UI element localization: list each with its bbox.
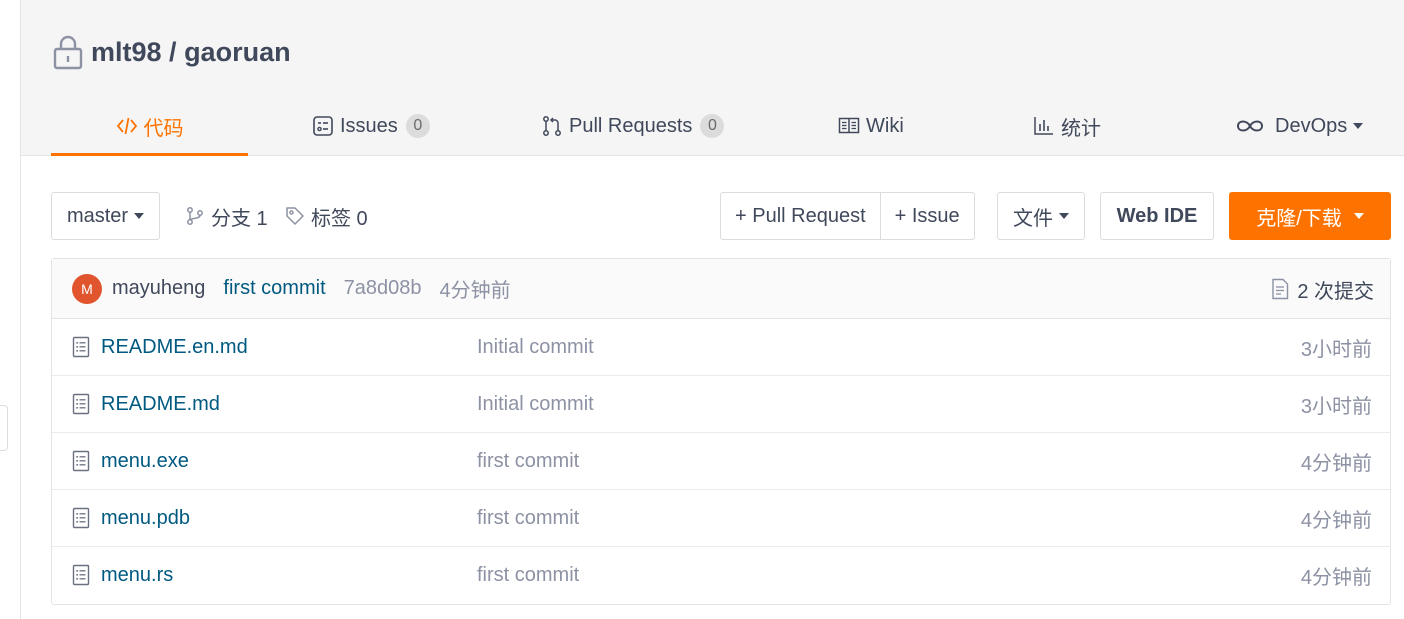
pull-request-icon [543,116,561,136]
sidebar-toggle-handle[interactable] [0,405,8,451]
file-name-link[interactable]: README.en.md [101,336,248,359]
latest-commit-bar: M mayuheng first commit 7a8d08b 4分钟前 2 次… [52,259,1390,319]
repo-header: mlt98 / gaoruan 代码 Issues 0 Pull Request… [21,0,1404,156]
file-commit-time: 4分钟前 [1300,509,1372,532]
tab-code-label: 代码 [143,117,184,140]
file-text-icon [72,393,90,415]
file-menu-label: 文件 [1013,207,1053,230]
file-name-link[interactable]: menu.exe [101,450,189,473]
tab-devops-label: DevOps [1275,114,1348,137]
avatar[interactable]: M [72,273,102,304]
left-rail [0,0,21,619]
branches-link[interactable]: 分支 1 [185,192,268,240]
file-commit-message-link[interactable]: first commit [477,564,579,587]
file-commit-time: 3小时前 [1300,338,1372,361]
web-ide-button[interactable]: Web IDE [1100,192,1214,240]
table-row: menu.rs first commit 4分钟前 [52,547,1390,604]
new-issue-button[interactable]: + Issue [879,193,974,239]
chevron-down-icon [1353,213,1364,219]
file-list-panel: M mayuheng first commit 7a8d08b 4分钟前 2 次… [51,258,1391,605]
new-pull-request-button[interactable]: + Pull Request [721,193,880,239]
chevron-down-icon [1353,123,1364,129]
tab-statistics-label: 统计 [1061,117,1101,140]
wiki-icon [838,117,860,134]
tab-issues-label: Issues [340,114,398,137]
file-rows: README.en.md Initial commit 3小时前 README.md I… [52,319,1390,604]
tab-devops[interactable]: DevOps [1235,96,1364,156]
issues-icon [313,116,333,136]
commit-message-link[interactable]: first commit [223,277,325,300]
chevron-down-icon [1059,213,1069,219]
branch-select[interactable]: master [51,192,160,240]
commits-icon [1272,278,1289,300]
file-name-link[interactable]: menu.rs [101,564,173,587]
repo-title: mlt98 / gaoruan [53,34,291,70]
file-commit-message-link[interactable]: Initial commit [477,393,594,416]
file-commit-time: 3小时前 [1300,395,1372,418]
file-name-link[interactable]: menu.pdb [101,507,190,530]
commit-hash-link[interactable]: 7a8d08b [344,277,422,300]
tag-icon [286,207,304,225]
new-item-button-group: + Pull Request + Issue [720,192,975,240]
commit-time: 4分钟前 [439,280,511,302]
file-commit-message-link[interactable]: first commit [477,507,579,530]
branch-icon [187,207,203,225]
tab-pull-requests-label: Pull Requests [569,114,693,137]
commit-count-link[interactable]: 2 次提交 [1271,259,1374,319]
file-menu-button[interactable]: 文件 [997,192,1085,240]
repo-toolbar: master 分支 1 标签 0 + Pull Request + Issue … [51,192,1391,240]
file-text-icon [72,507,90,529]
file-name-link[interactable]: README.md [101,393,220,416]
branch-select-value: master [66,204,129,227]
chart-icon [1034,117,1053,135]
tags-count: 标签 0 [311,207,368,230]
file-commit-time: 4分钟前 [1300,567,1372,589]
commit-count-label: 2 次提交 [1297,280,1374,303]
active-tab-underline [51,153,248,156]
file-commit-message-link[interactable]: Initial commit [477,336,594,359]
file-text-icon [72,450,90,472]
clone-download-label: 克隆/下载 [1256,207,1342,230]
file-commit-time: 4分钟前 [1300,452,1372,475]
tab-wiki[interactable]: Wiki [838,96,904,156]
tab-issues[interactable]: Issues 0 [312,96,430,156]
table-row: menu.exe first commit 4分钟前 [52,433,1390,490]
repo-owner-link[interactable]: mlt98 [91,37,162,68]
commit-author-link[interactable]: mayuheng [112,277,205,300]
file-text-icon [72,564,90,586]
lock-icon [53,35,83,70]
infinity-icon [1236,120,1264,132]
code-icon [116,117,137,135]
tab-code[interactable]: 代码 [51,96,248,156]
file-commit-message-link[interactable]: first commit [477,450,579,473]
repo-separator: / [161,36,185,67]
clone-download-button[interactable]: 克隆/下载 [1229,192,1391,240]
tab-pull-requests[interactable]: Pull Requests 0 [541,96,725,156]
table-row: README.en.md Initial commit 3小时前 [52,319,1390,376]
tab-wiki-label: Wiki [866,114,904,137]
issues-count-badge: 0 [405,114,430,138]
tags-link[interactable]: 标签 0 [285,192,368,240]
chevron-down-icon [134,213,145,219]
repo-tabs: 代码 Issues 0 Pull Requests 0 Wiki 统计 DevO… [51,96,1404,156]
repo-name-link[interactable]: gaoruan [184,37,291,68]
table-row: README.md Initial commit 3小时前 [52,376,1390,433]
file-text-icon [72,336,90,358]
table-row: menu.pdb first commit 4分钟前 [52,490,1390,547]
tab-statistics[interactable]: 统计 [1033,96,1101,156]
branches-count: 分支 1 [211,207,268,230]
pull-requests-count-badge: 0 [700,114,725,138]
